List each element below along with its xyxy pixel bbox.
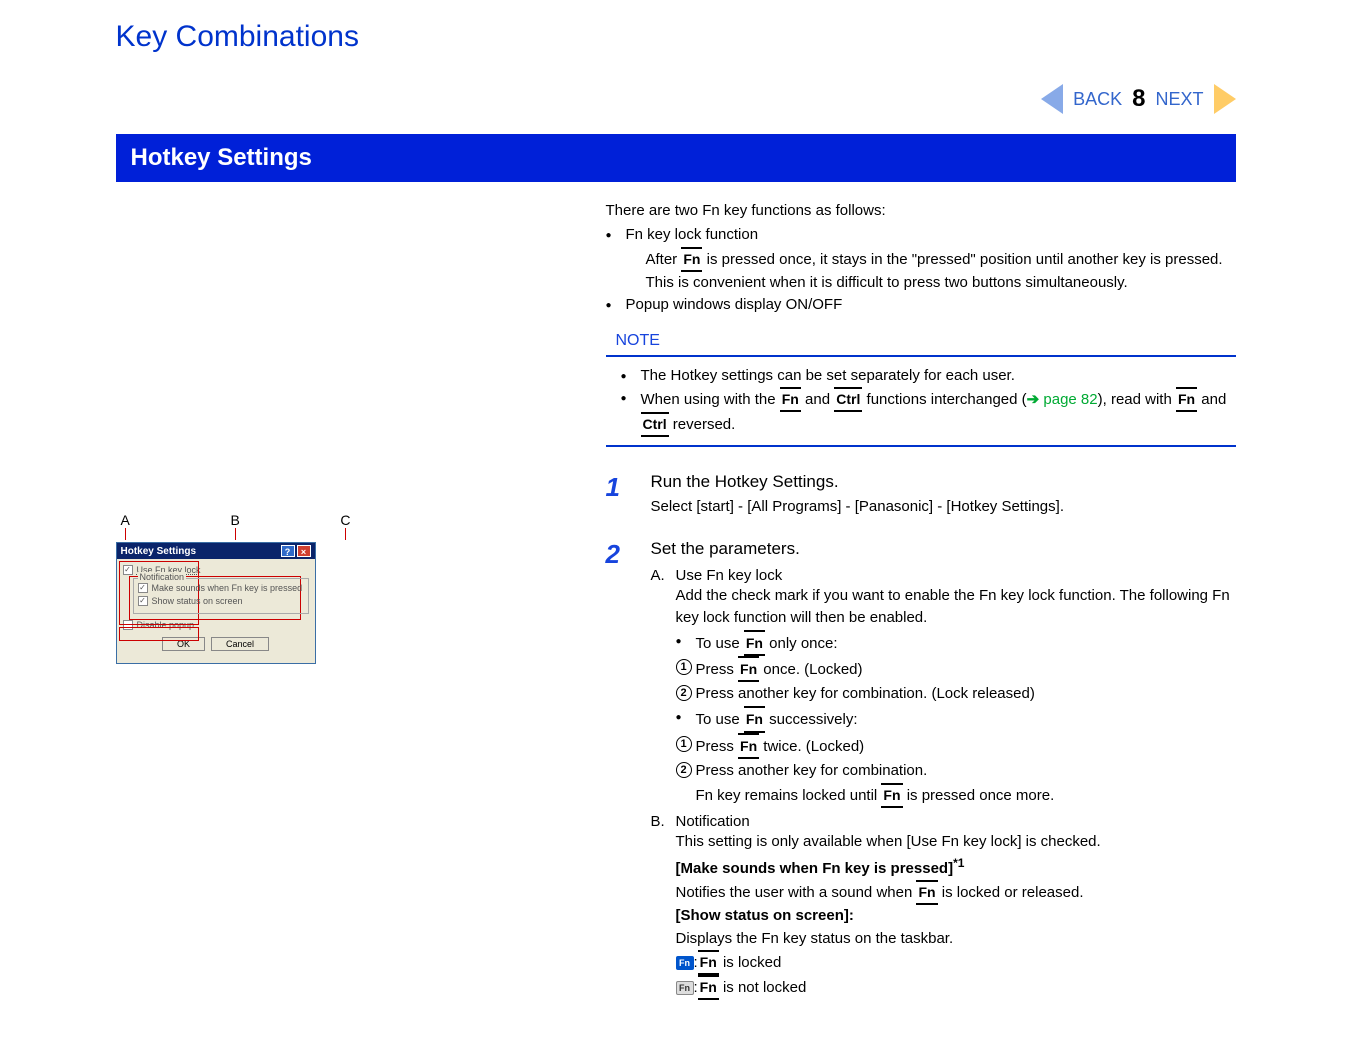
- notification-legend: Notification: [138, 572, 187, 582]
- notifies-desc: Notifies the user with a sound when Fn i…: [676, 880, 1236, 905]
- dialog-titlebar: Hotkey Settings ? ×: [117, 543, 315, 559]
- once-step-2: 2 Press another key for combination. (Lo…: [676, 682, 1236, 706]
- ctrl-key-icon: Ctrl: [834, 387, 862, 412]
- make-sounds-label: Make sounds when Fn key is pressed: [152, 583, 303, 593]
- fn-key-icon: Fn: [681, 247, 702, 272]
- fn-key-icon: Fn: [744, 630, 765, 656]
- next-arrow-icon[interactable]: [1214, 84, 1236, 114]
- dialog-callout-labels: A B C: [116, 512, 356, 540]
- param-b: B.Notification This setting is only avai…: [651, 813, 1236, 1000]
- step-1-number: 1: [606, 472, 631, 519]
- note-item-1: The Hotkey settings can be set separatel…: [606, 365, 1236, 388]
- circled-1-icon: 1: [676, 659, 692, 675]
- dialog-ok-button[interactable]: OK: [162, 637, 205, 651]
- dialog-help-button[interactable]: ?: [281, 545, 295, 557]
- succ-step-2-sub: Fn key remains locked until Fn is presse…: [696, 783, 1236, 808]
- step-1: 1 Run the Hotkey Settings. Select [start…: [606, 472, 1236, 519]
- section-banner: Hotkey Settings: [116, 134, 1236, 182]
- intro-text: There are two Fn key functions as follow…: [606, 202, 1236, 219]
- circled-2-icon: 2: [676, 762, 692, 778]
- circled-2-icon: 2: [676, 685, 692, 701]
- show-status-label: Show status on screen: [152, 596, 243, 606]
- note-item-2: When using with the Fn and Ctrl function…: [606, 387, 1236, 437]
- callout-a: A: [121, 512, 130, 528]
- intro-bullet-1: Fn key lock function After Fn is pressed…: [606, 224, 1236, 294]
- step-1-title: Run the Hotkey Settings.: [651, 472, 1236, 492]
- ctrl-key-icon: Ctrl: [641, 412, 669, 437]
- use-fn-once-label: To use Fn only once:: [676, 630, 1236, 656]
- show-status-heading: [Show status on screen]:: [676, 905, 1236, 928]
- fn-unlocked-icon: Fn: [676, 981, 694, 995]
- back-arrow-icon[interactable]: [1041, 84, 1063, 114]
- dialog-close-button[interactable]: ×: [297, 545, 311, 557]
- notification-group: Notification ✓ Make sounds when Fn key i…: [133, 578, 309, 614]
- note-header: NOTE: [616, 332, 1236, 350]
- fn-locked-icon: Fn: [676, 956, 694, 970]
- fn-key-icon: Fn: [780, 387, 801, 412]
- use-fn-successively-label: To use Fn successively:: [676, 706, 1236, 732]
- page-nav: BACK 8 NEXT: [116, 84, 1236, 114]
- page-number: 8: [1132, 85, 1145, 113]
- page-82-link[interactable]: page 82: [1043, 391, 1097, 408]
- fn-key-icon: Fn: [738, 733, 759, 759]
- make-sounds-heading: [Make sounds when Fn key is pressed]: [676, 860, 954, 877]
- intro-bullet-2: Popup windows display ON/OFF: [606, 294, 1236, 317]
- back-link[interactable]: BACK: [1073, 89, 1122, 110]
- disable-popup-checkbox[interactable]: [123, 620, 133, 630]
- succ-step-1: 1 Press Fn twice. (Locked): [676, 733, 1236, 759]
- fn-key-icon: Fn: [1176, 387, 1197, 412]
- displays-desc: Displays the Fn key status on the taskba…: [676, 928, 1236, 951]
- note-box: The Hotkey settings can be set separatel…: [606, 355, 1236, 448]
- succ-step-2: 2 Press another key for combination.: [676, 759, 1236, 783]
- circled-1-icon: 1: [676, 736, 692, 752]
- link-arrow-icon: ➔: [1027, 391, 1044, 408]
- step-2-title: Set the parameters.: [651, 539, 1236, 559]
- param-a: A.Use Fn key lock Add the check mark if …: [651, 567, 1236, 809]
- once-step-1: 1 Press Fn once. (Locked): [676, 656, 1236, 682]
- footnote-ref-1: *1: [953, 856, 964, 870]
- use-fn-lock-checkbox[interactable]: ✓: [123, 565, 133, 575]
- show-status-checkbox[interactable]: ✓: [138, 596, 148, 606]
- step-2-number: 2: [606, 539, 631, 1006]
- callout-b: B: [230, 512, 239, 528]
- next-link[interactable]: NEXT: [1155, 89, 1203, 110]
- page-title: Key Combinations: [116, 20, 1236, 54]
- fn-key-icon: Fn: [744, 706, 765, 732]
- make-sounds-checkbox[interactable]: ✓: [138, 583, 148, 593]
- fn-unlocked-status: Fn:Fn is not locked: [676, 975, 1236, 1000]
- fn-key-icon: Fn: [916, 880, 937, 905]
- hotkey-settings-dialog: Hotkey Settings ? × ✓ Use Fn key lock: [116, 542, 316, 664]
- disable-popup-label: Disable popup: [137, 620, 195, 630]
- step-2: 2 Set the parameters. A.Use Fn key lock …: [606, 539, 1236, 1006]
- fn-key-icon: Fn: [698, 975, 719, 1000]
- fn-key-icon: Fn: [738, 656, 759, 682]
- step-1-desc: Select [start] - [All Programs] - [Panas…: [651, 496, 1236, 519]
- callout-c: C: [340, 512, 350, 528]
- dialog-cancel-button[interactable]: Cancel: [211, 637, 269, 651]
- fn-key-icon: Fn: [881, 783, 902, 808]
- dialog-title: Hotkey Settings: [121, 546, 197, 557]
